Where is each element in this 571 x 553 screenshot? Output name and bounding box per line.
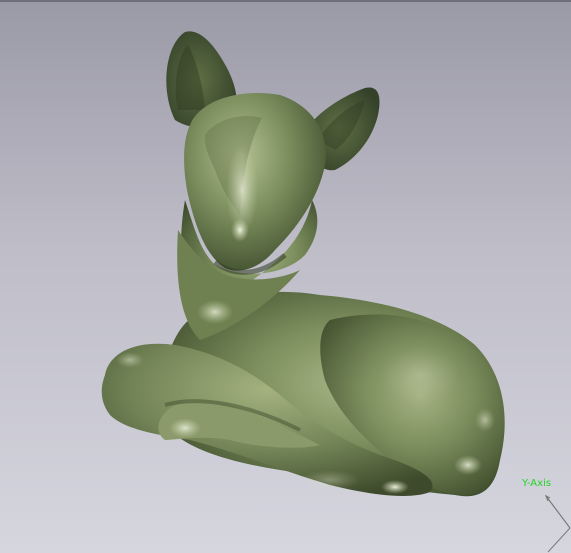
deer-figurine-model[interactable] bbox=[0, 0, 571, 553]
3d-viewport[interactable]: Y-Axis bbox=[0, 0, 571, 553]
axis-gizmo-icon bbox=[544, 494, 571, 553]
